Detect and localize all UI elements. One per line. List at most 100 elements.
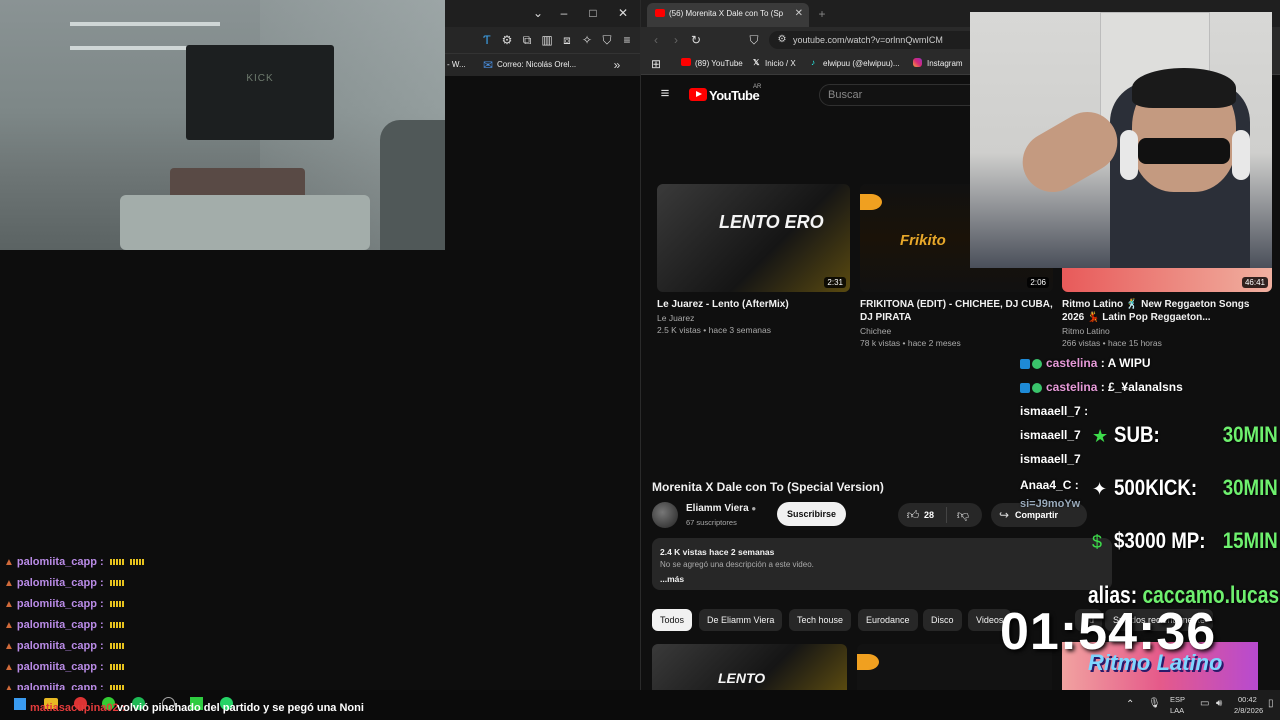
dollar-icon: $ [1092,532,1103,552]
language-indicator[interactable]: ESP [1170,695,1185,704]
video-channel[interactable]: Le Juarez [657,313,850,323]
gaming-chair [380,120,445,250]
headphones [1120,130,1138,180]
back-icon[interactable]: ‹ [649,33,663,47]
sidebar-icon[interactable]: ▥ [540,33,554,47]
video-thumbnail[interactable]: LENTO ERO 2:31 [657,184,850,292]
mail-icon: ✉ [482,58,494,72]
more-bookmarks-icon[interactable]: » [610,58,624,72]
bookmark-tiktok[interactable]: elwipuu (@elwipuu)... [823,59,900,68]
youtube-logo-text[interactable]: YouTube [709,88,760,103]
subscribe-button[interactable]: Suscribirse [777,502,846,526]
maximize-icon[interactable]: □ [586,6,600,20]
thumbs-down-icon[interactable]: 👎︎ [956,508,970,522]
close-icon[interactable]: ✕ [616,6,630,20]
minimize-icon[interactable]: – [557,6,571,20]
volume-icon[interactable]: 🔊︎ [1216,698,1222,709]
emote-icon [109,664,124,671]
chat-message: ▲ palomiita_capp : [4,661,124,673]
video-title[interactable]: Ritmo Latino 🕺 New Reggaeton Songs 2026 … [1062,298,1272,324]
video-duration: 46:41 [1241,277,1268,288]
chat-message: ▲ palomiita_capp : [4,556,144,568]
chat-username: palomiita_capp : [16,577,104,589]
sunglasses [1138,138,1230,164]
extension-icon[interactable]: ⚙ [500,33,514,47]
banner-text: KICK [246,73,274,84]
shield-icon[interactable]: ⛉ [600,33,614,47]
clock-time[interactable]: 00:42 [1238,695,1257,704]
tab-youtube-video[interactable]: (56) Morenita X Dale con To (Sp ✕ [647,3,809,27]
chat-text: : [1074,478,1079,492]
thumbs-up-icon[interactable]: 👍︎ [906,508,920,522]
thumbnail-shape [857,654,879,670]
site-info-icon[interactable]: ⚙ [775,33,789,47]
keyboard-layout[interactable]: LAA [1170,706,1184,715]
chip-eurodance[interactable]: Eurodance [858,609,918,631]
headphones [1232,130,1250,180]
puzzle-icon[interactable]: ⧉ [520,33,534,47]
chat-username: Anaa4_C [1020,478,1072,492]
forward-icon[interactable]: › [669,33,683,47]
sparkle-icon[interactable]: ✧ [580,33,594,47]
goal-name: SUB: [1114,422,1160,447]
chip-disco[interactable]: Disco [923,609,962,631]
video-title[interactable]: Le Juarez - Lento (AfterMix) [657,298,850,311]
chevron-down-icon[interactable]: ⌄ [531,6,545,20]
hamburger-menu-icon[interactable]: ≡ [658,86,672,101]
show-more-link[interactable]: ...más [660,574,684,584]
chip-tech-house[interactable]: Tech house [789,609,852,631]
mic-icon[interactable]: 🎙︎ [1148,698,1161,709]
overlay-chat-line: ismaaell_7 [1020,428,1081,442]
chat-username: palomiita_capp : [16,661,104,673]
chat-username: castelina [1046,356,1098,370]
bookmark-instagram[interactable]: Instagram [927,59,963,68]
network-icon[interactable]: ▭ [1200,698,1209,709]
chat-message: ▲ palomiita_capp : [4,577,124,589]
description-box[interactable]: 2.4 K vistas hace 2 semanas No se agregó… [652,538,1112,590]
reload-icon[interactable]: ↻ [689,33,703,47]
overlay-chat-line: si=J9moYw [1020,498,1080,510]
video-meta: 266 vistas • hace 15 horas [1062,338,1162,348]
search-input[interactable] [820,85,970,105]
hat-badge-icon: ▲ [4,641,14,652]
hat-badge-icon: ▲ [4,620,14,631]
goal-time: 30MIN [1222,422,1278,447]
thumbnail-text: Frikito [900,232,946,249]
bookmark-item[interactable]: - W... [447,60,466,69]
windows-start-icon[interactable] [14,698,26,710]
bookmark-item[interactable]: Correo: Nicolás Orel... [497,60,576,69]
chat-message: ▲ palomiita_capp : [4,640,124,652]
emote-icon [109,622,124,629]
video-thumbnail[interactable]: LENTO [652,644,847,690]
tiktok-icon: ♪ [811,58,815,67]
bookmark-youtube[interactable]: (89) YouTube [695,59,743,68]
video-channel[interactable]: Chichee [860,326,1053,336]
overlay-chat-line: castelina : A WIPU [1020,356,1151,370]
like-count[interactable]: 28 [924,510,934,520]
bookmark-icon[interactable]: ⛉ [747,33,761,47]
channel-name[interactable]: Eliamm Viera ● [686,503,756,514]
clock-date[interactable]: 2/8/2026 [1234,706,1263,715]
chevron-up-icon[interactable]: ⌃ [1126,699,1134,710]
bed [120,195,370,250]
chip-de-eliamm-viera[interactable]: De Eliamm Viera [699,609,783,631]
notifications-icon[interactable]: ▯ [1268,698,1274,709]
close-tab-icon[interactable]: ✕ [795,8,803,19]
tab-title: (56) Morenita X Dale con To (Sp [669,9,784,18]
new-tab-icon[interactable]: + [815,7,829,21]
video-meta: 78 k vistas • hace 2 meses [860,338,961,348]
video-channel[interactable]: Ritmo Latino [1062,326,1272,336]
room-camera-feed: KICK [0,0,445,250]
apps-grid-icon[interactable]: ⊞ [649,57,663,71]
channel-avatar[interactable] [652,502,678,528]
translate-icon[interactable]: Ƭ [480,33,494,47]
video-card[interactable]: LENTO ERO 2:31 Le Juarez - Lento (AfterM… [657,184,850,335]
emote-icon [109,601,124,608]
search-box[interactable] [819,84,979,106]
chip-todos[interactable]: Todos [652,609,693,631]
menu-icon[interactable]: ≡ [620,33,634,47]
youtube-logo-icon[interactable] [689,88,707,101]
screenshot-icon[interactable]: ⧈ [560,33,574,47]
bookmark-x[interactable]: Inicio / X [765,59,796,68]
video-title[interactable]: FRIKITONA (EDIT) - CHICHEE, DJ CUBA, DJ … [860,298,1053,324]
